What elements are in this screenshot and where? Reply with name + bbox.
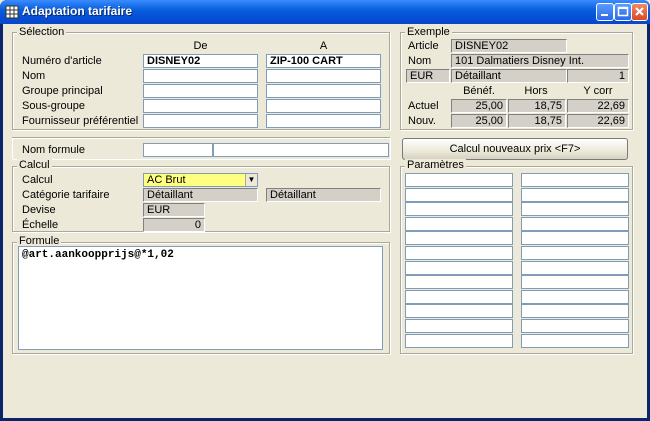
- col-ycorr-header: Y corr: [583, 85, 613, 97]
- parameter-input[interactable]: [521, 202, 629, 217]
- parameter-input[interactable]: [405, 246, 513, 260]
- parameter-input[interactable]: [521, 173, 629, 187]
- nouv-label: Nouv.: [408, 115, 436, 127]
- currency-value: EUR: [143, 203, 205, 217]
- parameter-input[interactable]: [405, 187, 513, 202]
- exemple-currency: EUR: [406, 69, 450, 83]
- col-benef-header: Bénéf.: [463, 85, 495, 97]
- maximize-icon: [617, 6, 629, 17]
- parameter-input[interactable]: [521, 260, 629, 275]
- main-group-from-input[interactable]: [143, 84, 258, 98]
- nouv-benef: 25,00: [451, 114, 507, 128]
- exemple-category-num: 1: [567, 69, 629, 83]
- parameter-input[interactable]: [521, 187, 629, 202]
- parameter-input[interactable]: [405, 173, 513, 187]
- chevron-down-icon[interactable]: ▼: [245, 174, 257, 186]
- selection-group-label: Sélection: [17, 26, 67, 38]
- parameter-input[interactable]: [521, 289, 629, 304]
- parameter-input[interactable]: [521, 333, 629, 348]
- client-area: Sélection De A Numéro d'article DISNEY02…: [3, 24, 647, 418]
- price-category-label: Catégorie tarifaire: [22, 189, 110, 201]
- supplier-label: Fournisseur préférentiel: [22, 115, 139, 127]
- sub-group-to-input[interactable]: [266, 99, 381, 113]
- currency-label: Devise: [22, 204, 56, 216]
- formula-name-label: Nom formule: [22, 144, 85, 156]
- col-to-header: A: [319, 40, 328, 52]
- article-number-label: Numéro d'article: [22, 55, 102, 67]
- nom-from-input[interactable]: [143, 69, 258, 83]
- sub-group-from-input[interactable]: [143, 99, 258, 113]
- exemple-group-label: Exemple: [405, 26, 452, 38]
- calcul-select-value: AC Brut: [147, 174, 186, 186]
- exemple-nom-label: Nom: [408, 55, 432, 67]
- nom-label: Nom: [22, 70, 46, 82]
- col-hors-header: Hors: [524, 85, 548, 97]
- sub-group-label: Sous-groupe: [22, 100, 85, 112]
- parameter-input[interactable]: [521, 304, 629, 319]
- parameter-input[interactable]: [405, 275, 513, 290]
- exemple-article-label: Article: [408, 40, 439, 52]
- nom-to-input[interactable]: [266, 69, 381, 83]
- grid-icon: [5, 5, 19, 19]
- parameter-input[interactable]: [521, 231, 629, 246]
- window-title: Adaptation tarifaire: [22, 4, 133, 18]
- scale-label: Échelle: [22, 219, 59, 231]
- calcul-group-label: Calcul: [17, 159, 52, 171]
- actuel-hors: 18,75: [508, 99, 566, 113]
- actuel-label: Actuel: [408, 100, 439, 112]
- calcul-select[interactable]: AC Brut ▼: [143, 173, 258, 187]
- minimize-button[interactable]: [596, 3, 614, 21]
- close-icon: [635, 7, 644, 16]
- parameter-input[interactable]: [405, 304, 513, 319]
- parameter-input[interactable]: [521, 246, 629, 260]
- parameter-input[interactable]: [405, 231, 513, 246]
- exemple-category: Détaillant: [451, 69, 567, 83]
- main-group-to-input[interactable]: [266, 84, 381, 98]
- nouv-ycorr: 22,69: [567, 114, 629, 128]
- article-number-to-input[interactable]: ZIP-100 CART: [266, 54, 381, 68]
- actuel-benef: 25,00: [451, 99, 507, 113]
- parameter-input[interactable]: [521, 216, 629, 231]
- col-from-header: De: [193, 40, 208, 52]
- formula-code-input[interactable]: [143, 143, 213, 157]
- parameter-input[interactable]: [405, 333, 513, 348]
- parameter-input[interactable]: [405, 289, 513, 304]
- parameter-input[interactable]: [405, 260, 513, 275]
- parameter-input[interactable]: [405, 319, 513, 333]
- supplier-from-input[interactable]: [143, 114, 258, 128]
- nouv-hors: 18,75: [508, 114, 566, 128]
- actuel-ycorr: 22,69: [567, 99, 629, 113]
- formula-textarea[interactable]: @art.aankoopprijs@*1,02: [18, 246, 383, 350]
- article-number-from-input[interactable]: DISNEY02: [143, 54, 258, 68]
- maximize-button[interactable]: [614, 3, 632, 21]
- parameter-input[interactable]: [521, 319, 629, 333]
- calculate-new-prices-button[interactable]: Calcul nouveaux prix <F7>: [402, 138, 628, 160]
- app-window: Adaptation tarifaire Sélection De A Numé…: [0, 0, 650, 421]
- price-category-to: Détaillant: [266, 188, 381, 202]
- supplier-to-input[interactable]: [266, 114, 381, 128]
- minimize-icon: [601, 14, 608, 16]
- exemple-article-value: DISNEY02: [451, 39, 567, 53]
- formula-name-input[interactable]: [213, 143, 389, 157]
- parameter-input[interactable]: [521, 275, 629, 290]
- title-bar[interactable]: Adaptation tarifaire: [0, 0, 650, 24]
- calcul-label: Calcul: [22, 174, 53, 186]
- parameter-input[interactable]: [405, 216, 513, 231]
- exemple-nom-value: 101 Dalmatiers Disney Int.: [451, 54, 629, 68]
- price-category-from: Détaillant: [143, 188, 258, 202]
- parametres-group-label: Paramètres: [405, 159, 466, 171]
- scale-value: 0: [143, 218, 205, 232]
- close-button[interactable]: [631, 3, 648, 21]
- parameter-input[interactable]: [405, 202, 513, 217]
- main-group-label: Groupe principal: [22, 85, 103, 97]
